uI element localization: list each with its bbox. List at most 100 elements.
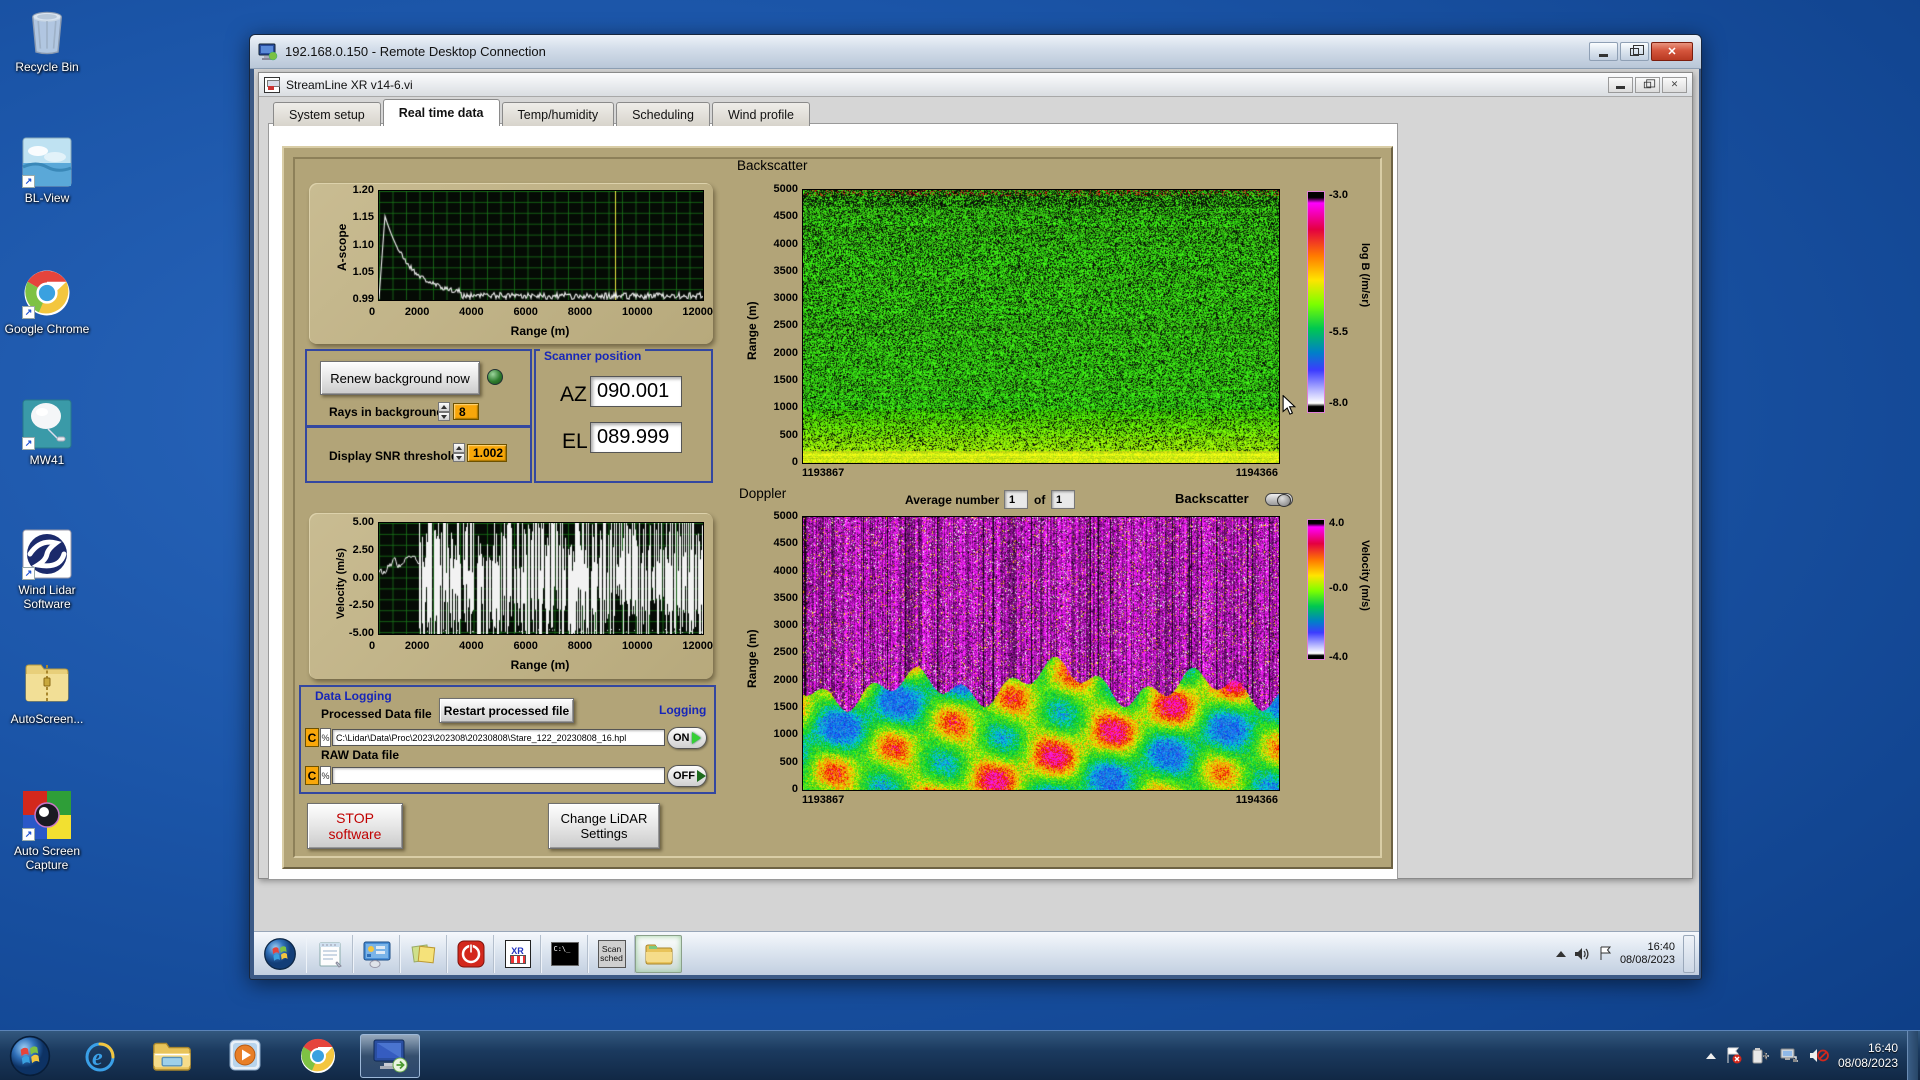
processed-path-field[interactable]: C:\Lidar\Data\Proc\2023\202308\20230808\… <box>332 729 665 746</box>
remote-taskbar: XR C:\_ Scan sched 16:40 08/08/2023 <box>254 931 1699 975</box>
desktop-icon-label: Recycle Bin <box>15 60 79 74</box>
stop-software-button[interactable]: STOP software <box>307 803 403 849</box>
ascope-yticks: 1.20 1.15 1.10 1.05 0.99 <box>343 184 374 305</box>
remote-sticky-notes-button[interactable] <box>400 934 447 973</box>
host-taskbar: e 16:40 08/08/2023 <box>0 1030 1920 1080</box>
tab-wind-profile[interactable]: Wind profile <box>711 102 810 126</box>
ascope-plot[interactable] <box>378 190 704 301</box>
host-start-button[interactable] <box>4 1034 56 1078</box>
backscatter-ytick: 2000 <box>773 346 798 359</box>
remote-display-settings-button[interactable] <box>353 934 400 973</box>
rays-spinner[interactable] <box>438 402 450 421</box>
velocity-plot[interactable] <box>378 522 704 635</box>
remote-start-button[interactable] <box>254 935 306 973</box>
renew-background-button[interactable]: Renew background now <box>320 361 480 395</box>
vi-close-button[interactable]: ✕ <box>1662 76 1687 93</box>
host-volume-muted-icon[interactable] <box>1809 1047 1829 1064</box>
processed-logging-on-button[interactable]: ON <box>667 727 707 749</box>
host-power-plug-icon[interactable] <box>1751 1047 1770 1064</box>
raw-path-field[interactable] <box>332 767 665 784</box>
desktop-icon-recycle-bin[interactable]: Recycle Bin <box>4 6 90 74</box>
tab-real-time-data[interactable]: Real time data <box>382 99 500 126</box>
restore-button[interactable] <box>1620 42 1649 61</box>
remote-volume-icon[interactable] <box>1574 947 1590 961</box>
host-show-desktop-button[interactable] <box>1907 1030 1918 1080</box>
restart-processed-file-button[interactable]: Restart processed file <box>439 698 574 723</box>
backscatter-cb-tick: -8.0 <box>1329 397 1348 409</box>
average-number-label: Average number <box>905 493 1000 507</box>
average-number-input[interactable]: 1 <box>1004 490 1028 509</box>
el-value[interactable]: 089.999 <box>590 422 682 453</box>
processed-drive-selector[interactable]: C <box>305 728 319 747</box>
tab-temp-humidity[interactable]: Temp/humidity <box>501 102 615 126</box>
tab-system-setup[interactable]: System setup <box>273 102 381 126</box>
desktop-icon-wind-lidar-software[interactable]: ↗ Wind Lidar Software <box>4 529 90 611</box>
host-ie-button[interactable]: e <box>74 1034 126 1078</box>
host-action-center-icon[interactable] <box>1725 1047 1742 1064</box>
chrome-icon <box>301 1038 335 1073</box>
remote-command-prompt-button[interactable]: C:\_ <box>541 934 588 973</box>
remote-hidden-icons-arrow[interactable] <box>1555 950 1566 957</box>
backscatter-cb-tick: -3.0 <box>1329 189 1348 201</box>
stop-line2: software <box>328 826 382 842</box>
backscatter-x-start: 1193867 <box>802 467 845 479</box>
remote-scan-scheduler-button[interactable]: Scan sched <box>588 934 635 973</box>
remote-action-center-icon[interactable] <box>1598 946 1612 961</box>
remote-show-desktop-button[interactable] <box>1683 934 1695 973</box>
desktop: Recycle Bin ↗ BL-View ↗ Google Chrome ↗ MW41 ↗ W… <box>0 0 1920 1080</box>
command-prompt-icon: C:\_ <box>550 941 579 966</box>
host-rdp-button[interactable] <box>360 1033 420 1078</box>
host-media-player-button[interactable] <box>220 1034 272 1078</box>
rays-value[interactable]: 8 <box>453 403 479 420</box>
remote-notepad-button[interactable] <box>306 934 353 973</box>
vi-minimize-button[interactable] <box>1608 76 1633 93</box>
host-explorer-button[interactable] <box>146 1034 198 1078</box>
average-of-input[interactable]: 1 <box>1051 490 1075 509</box>
background-group: Renew background now Rays in background … <box>305 349 532 427</box>
host-hidden-icons-arrow[interactable] <box>1705 1052 1716 1059</box>
processed-browse-icon[interactable]: % <box>320 728 331 747</box>
stop-line1: STOP <box>336 810 374 826</box>
snr-value[interactable]: 1.002 <box>467 444 507 462</box>
backscatter-colorbar <box>1307 191 1325 413</box>
desktop-icon-autoscreen[interactable]: AutoScreen... <box>4 658 90 726</box>
az-value[interactable]: 090.001 <box>590 376 682 407</box>
desktop-icon-mw41[interactable]: ↗ MW41 <box>4 399 90 467</box>
desktop-icon-google-chrome[interactable]: ↗ Google Chrome <box>4 268 90 336</box>
doppler-cb-tick: 4.0 <box>1329 517 1345 529</box>
raw-logging-off-button[interactable]: OFF <box>667 765 707 787</box>
host-clock-time: 16:40 <box>1867 1040 1898 1055</box>
doppler-plot[interactable] <box>802 516 1280 791</box>
rdp-titlebar[interactable]: 192.168.0.150 - Remote Desktop Connectio… <box>250 35 1701 69</box>
remote-explorer-button[interactable] <box>635 934 682 973</box>
remote-streamline-vi-button[interactable]: XR <box>494 934 541 973</box>
mouse-cursor <box>1282 395 1296 415</box>
tab-bar: System setup Real time data Temp/humidity S… <box>273 99 812 126</box>
snr-spinner[interactable] <box>453 443 465 462</box>
backscatter-toggle[interactable] <box>1265 493 1293 507</box>
host-network-icon[interactable] <box>1779 1047 1800 1064</box>
labview-xr-icon: XR <box>504 939 531 968</box>
raw-drive-selector[interactable]: C <box>305 766 319 785</box>
change-lidar-settings-button[interactable]: Change LiDAR Settings <box>548 803 660 849</box>
ascope-ytick: 1.15 <box>352 211 374 224</box>
recycle-bin-icon <box>21 6 73 58</box>
raw-browse-icon[interactable]: % <box>320 766 331 785</box>
close-button[interactable]: ✕ <box>1651 42 1693 61</box>
ascope-xtick: 4000 <box>459 306 484 318</box>
ascope-ytick: 0.99 <box>352 293 374 305</box>
desktop-icon-bl-view[interactable]: ↗ BL-View <box>4 137 90 205</box>
backscatter-plot[interactable] <box>802 189 1280 464</box>
rays-label: Rays in background <box>329 405 444 419</box>
remote-stop-app-button[interactable] <box>447 934 494 973</box>
host-chrome-button[interactable] <box>292 1034 344 1078</box>
host-clock[interactable]: 16:40 08/08/2023 <box>1838 1041 1898 1071</box>
vi-titlebar[interactable]: StreamLine XR v14-6.vi ✕ <box>259 73 1692 97</box>
tab-scheduling[interactable]: Scheduling <box>616 102 710 126</box>
vi-restore-button[interactable] <box>1635 76 1660 93</box>
minimize-button[interactable] <box>1589 42 1618 61</box>
doppler-colorbar <box>1307 519 1325 660</box>
desktop-icon-auto-screen-capture[interactable]: ↗ Auto Screen Capture <box>4 790 90 872</box>
remote-clock[interactable]: 16:40 08/08/2023 <box>1620 941 1675 967</box>
velocity-ytick: -5.00 <box>348 627 374 639</box>
